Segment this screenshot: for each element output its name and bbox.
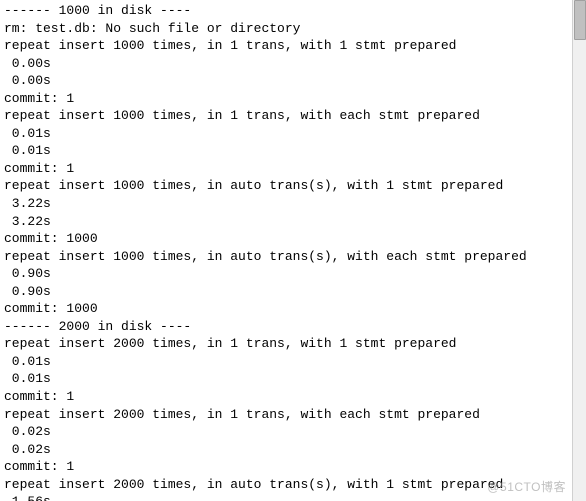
terminal-line: 3.22s	[4, 213, 582, 231]
terminal-line: rm: test.db: No such file or directory	[4, 20, 582, 38]
terminal-line: repeat insert 1000 times, in auto trans(…	[4, 248, 582, 266]
terminal-line: repeat insert 1000 times, in 1 trans, wi…	[4, 37, 582, 55]
terminal-line: repeat insert 1000 times, in auto trans(…	[4, 177, 582, 195]
terminal-line: ------ 2000 in disk ----	[4, 318, 582, 336]
scrollbar-track[interactable]	[572, 0, 586, 501]
terminal-line: 0.01s	[4, 353, 582, 371]
terminal-line: 0.01s	[4, 370, 582, 388]
terminal-line: 3.22s	[4, 195, 582, 213]
terminal-line: 0.00s	[4, 55, 582, 73]
scrollbar-thumb[interactable]	[574, 0, 586, 40]
terminal-output: ------ 1000 in disk ----rm: test.db: No …	[0, 0, 586, 501]
terminal-line: repeat insert 2000 times, in 1 trans, wi…	[4, 335, 582, 353]
terminal-line: ------ 1000 in disk ----	[4, 2, 582, 20]
terminal-line: repeat insert 1000 times, in 1 trans, wi…	[4, 107, 582, 125]
terminal-line: commit: 1	[4, 388, 582, 406]
terminal-line: repeat insert 2000 times, in 1 trans, wi…	[4, 406, 582, 424]
terminal-line: 0.90s	[4, 283, 582, 301]
terminal-line: commit: 1	[4, 458, 582, 476]
terminal-line: repeat insert 2000 times, in auto trans(…	[4, 476, 582, 494]
terminal-line: 0.90s	[4, 265, 582, 283]
terminal-line: commit: 1000	[4, 300, 582, 318]
terminal-line: 0.01s	[4, 125, 582, 143]
terminal-line: 1.56s	[4, 493, 582, 501]
terminal-line: commit: 1	[4, 160, 582, 178]
terminal-line: commit: 1	[4, 90, 582, 108]
terminal-line: 0.02s	[4, 441, 582, 459]
terminal-line: 0.01s	[4, 142, 582, 160]
terminal-line: 0.00s	[4, 72, 582, 90]
terminal-line: 0.02s	[4, 423, 582, 441]
terminal-line: commit: 1000	[4, 230, 582, 248]
